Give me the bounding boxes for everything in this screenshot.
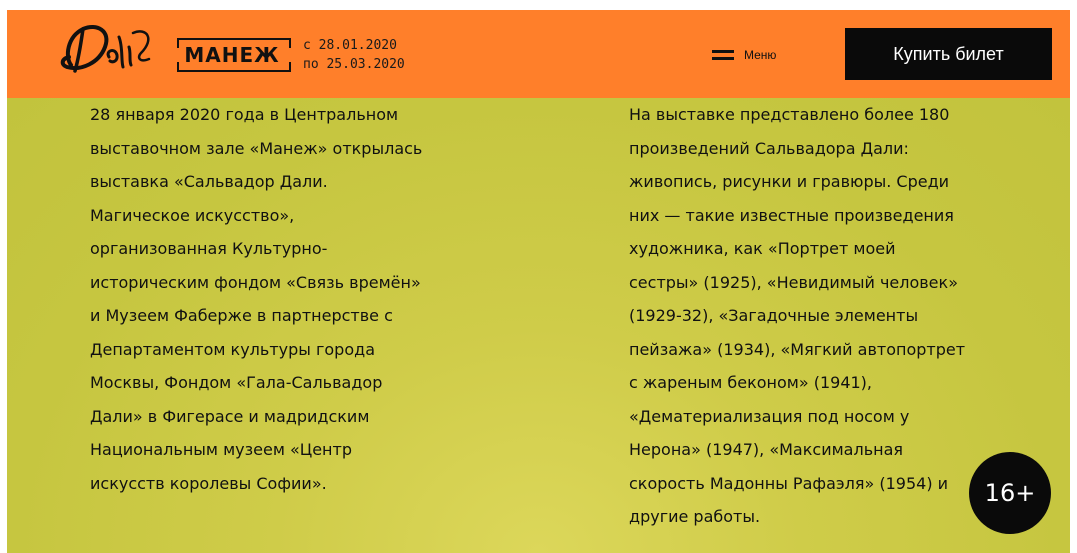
paragraph-line: живопись, рисунки и гравюры. Среди [629, 172, 950, 191]
paragraph-line: с жареным беконом» (1941), [629, 373, 872, 392]
paragraph-line: пейзажа» (1934), «Мягкий автопортрет [629, 339, 966, 359]
age-rating-badge: 16+ [969, 452, 1051, 534]
paragraph-line: На выставке представлено более 180 [629, 105, 950, 124]
paragraph-line: них — такие известные произведения [629, 205, 954, 225]
paragraph-line: скорость Мадонны Рафаэля» (1954) и [629, 473, 949, 493]
hamburger-icon [712, 50, 734, 60]
paragraph-line: произведений Сальвадора Дали: [629, 138, 909, 158]
date-from: с 28.01.2020 [303, 38, 397, 53]
paragraph-line: организованная Культурно- [90, 239, 328, 258]
dali-logo[interactable] [57, 17, 161, 79]
paragraph-line: Москвы, Фондом «Гала-Сальвадор [90, 373, 383, 392]
buy-ticket-button[interactable]: Купить билет [845, 28, 1052, 80]
exhibition-description: 28 января 2020 года в Центральном выстав… [7, 98, 1070, 553]
exhibition-dates: с 28.01.2020 по 25.03.2020 [303, 36, 405, 74]
paragraph-line: «Дематериализация под носом у [629, 406, 910, 426]
paragraph-line: Национальным музеем «Центр [90, 440, 352, 459]
paragraph-line: художника, как «Портрет моей [629, 239, 896, 258]
paragraph-line: Магическое искусство», [90, 205, 295, 225]
paragraph-line: историческим фондом «Связь времён» [90, 272, 421, 292]
page: МАНЕЖ с 28.01.2020 по 25.03.2020 Меню Ку… [0, 0, 1077, 553]
paragraph-line: искусств королевы Софии». [90, 473, 327, 493]
paragraph-line: и Музеем Фаберже в партнерстве с [90, 306, 393, 325]
paragraph-line: 28 января 2020 года в Центральном [90, 105, 399, 124]
manege-logo[interactable]: МАНЕЖ [177, 38, 291, 72]
paragraph-line: другие работы. [629, 507, 761, 526]
paragraph-line: выставочном зале «Манеж» открылась [90, 138, 423, 158]
menu-button[interactable]: Меню [712, 48, 776, 62]
manege-logo-text: МАНЕЖ [184, 43, 280, 67]
paragraph-line: Департаментом культуры города [90, 339, 375, 359]
site-header: МАНЕЖ с 28.01.2020 по 25.03.2020 Меню Ку… [7, 10, 1070, 98]
date-to: по 25.03.2020 [303, 57, 405, 72]
paragraph-line: Дали» в Фигерасе и мадридским [90, 406, 370, 426]
paragraph-line: сестры» (1925), «Невидимый человек» [629, 272, 958, 292]
paragraph-line: (1929-32), «Загадочные элементы [629, 306, 919, 325]
description-left-column: 28 января 2020 года в Центральном выстав… [90, 98, 422, 500]
menu-label: Меню [744, 48, 777, 62]
description-right-column: На выставке представлено более 180 произ… [629, 98, 965, 534]
paragraph-line: Нерона» (1947), «Максимальная [629, 440, 904, 459]
paragraph-line: выставка «Сальвадор Дали. [90, 172, 328, 191]
